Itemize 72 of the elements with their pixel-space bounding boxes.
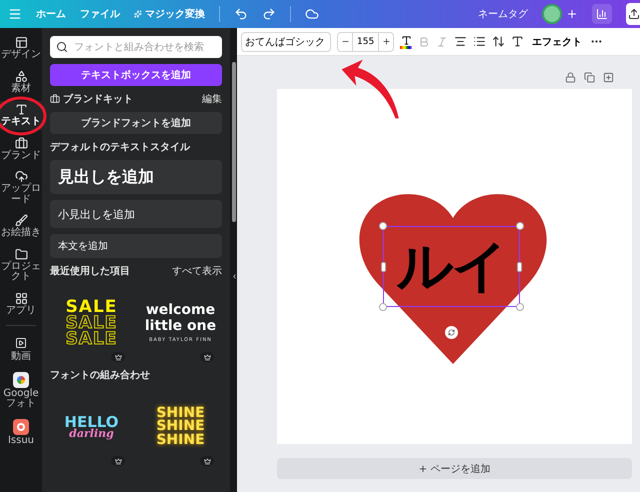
chart-icon: [596, 8, 608, 20]
template-text: welcome: [146, 303, 216, 319]
rail-icon: [14, 248, 28, 260]
rail-icon: [14, 103, 28, 116]
add-brand-font-button[interactable]: ブランドフォントを追加: [50, 112, 222, 134]
design-page[interactable]: ルイ: [277, 89, 632, 444]
rail-icon: [14, 214, 28, 227]
rail-item[interactable]: テキスト: [0, 101, 42, 130]
show-all-link[interactable]: すべて表示: [172, 264, 222, 278]
undo-icon[interactable]: [234, 7, 248, 21]
chart-button[interactable]: [592, 4, 612, 24]
sparkle-icon: [134, 10, 142, 18]
rail-item[interactable]: アップロード: [0, 168, 42, 207]
rail-item[interactable]: 素材: [0, 68, 42, 96]
app-item[interactable]: 動画: [0, 333, 42, 364]
template-text: SALE: [66, 298, 118, 315]
add-page-icon[interactable]: [603, 72, 614, 83]
rail-icon: [14, 170, 28, 183]
lock-icon[interactable]: [565, 72, 576, 83]
design-title[interactable]: ネームタグ: [478, 7, 528, 21]
app-icon: [13, 335, 29, 351]
add-textbox-button[interactable]: テキストボックスを追加: [50, 64, 222, 86]
rail-item[interactable]: お絵描き: [0, 212, 42, 240]
template-text: SALE: [66, 331, 118, 348]
cloud-icon[interactable]: [305, 7, 319, 21]
text-color-icon[interactable]: [400, 34, 412, 48]
share-button[interactable]: [626, 3, 640, 25]
app-icon: [13, 418, 29, 434]
template-text: HELLO: [64, 414, 119, 429]
text-direction-icon[interactable]: [511, 35, 524, 48]
list-icon[interactable]: [473, 35, 486, 48]
scrollbar[interactable]: [232, 62, 236, 222]
duplicate-icon[interactable]: [584, 72, 595, 83]
app-item[interactable]: Issuu: [0, 416, 42, 448]
app-item[interactable]: Googleフォト: [0, 370, 42, 412]
rail-icon: [14, 136, 28, 150]
rail-item[interactable]: ブランド: [0, 134, 42, 163]
rail-icon: [14, 292, 28, 304]
add-icon[interactable]: [566, 8, 578, 20]
section-title: フォントの組み合わせ: [50, 368, 151, 382]
spacing-icon[interactable]: [492, 35, 506, 48]
avatar[interactable]: [542, 4, 562, 24]
search-field[interactable]: フォントと組み合わせを検索: [50, 36, 222, 58]
section-title: ブランドキット: [50, 92, 133, 106]
text-style-card[interactable]: 本文を追加: [50, 234, 222, 258]
chevron-icon: [231, 272, 238, 280]
text-style-card[interactable]: 小見出しを追加: [50, 200, 222, 228]
template-text: SHINE: [156, 420, 205, 434]
section-title: 最近使用した項目: [50, 264, 130, 278]
template-text: SHINE: [156, 407, 205, 420]
rail-item[interactable]: プロジェクト: [0, 246, 42, 284]
template-text: darling: [69, 428, 114, 440]
text-style-card[interactable]: 見出しを追加: [50, 160, 222, 194]
rail-icon: [14, 36, 28, 49]
rail-icon: [14, 70, 28, 82]
app-icon: [13, 372, 29, 388]
share-icon: [628, 8, 640, 20]
edit-link[interactable]: 編集: [202, 92, 222, 106]
rail-item[interactable]: デザイン: [0, 34, 42, 62]
redo-icon[interactable]: [262, 7, 276, 21]
effects-button[interactable]: エフェクト: [530, 34, 584, 48]
template-text: SALE: [66, 314, 118, 332]
rail-item[interactable]: アプリ: [0, 290, 42, 318]
briefcase-icon: [50, 94, 60, 104]
template-text: SHINE: [156, 434, 205, 447]
search-icon: [56, 41, 68, 53]
align-center-icon[interactable]: [454, 35, 468, 48]
font-field[interactable]: おてんばゴシック: [241, 32, 331, 52]
add-page-button[interactable]: + ページを追加: [277, 458, 632, 479]
section-title: デフォルトのテキストスタイル: [50, 141, 192, 154]
template-text: little one: [144, 318, 216, 334]
heart-shape[interactable]: [358, 192, 548, 364]
